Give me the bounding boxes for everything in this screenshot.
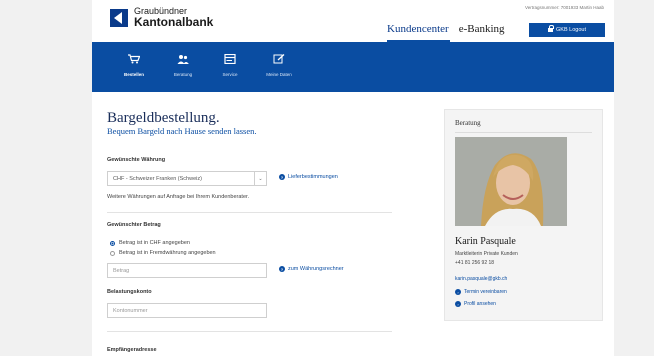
section-bestellen[interactable]: Bestellen	[109, 54, 159, 77]
currency-calculator-link[interactable]: ? zum Währungsrechner	[279, 266, 344, 272]
page-title: Bargeldbestellung.	[107, 110, 220, 126]
radio-unselected-icon	[110, 250, 115, 256]
advisor-name: Karin Pasquale	[455, 236, 516, 247]
section-label: Meine Daten	[266, 72, 292, 77]
delivery-terms-link[interactable]: ? Lieferbestimmungen	[279, 174, 338, 180]
section-label: Bestellen	[123, 72, 144, 77]
top-bar: Graubündner Kantonalbank Vertragsnummer:…	[92, 0, 614, 42]
view-profile-link[interactable]: › Profil ansehen	[455, 301, 496, 307]
amount-foreign-radio[interactable]: Betrag ist in Fremdwährung angegeben	[110, 250, 216, 256]
advisor-photo	[455, 137, 567, 226]
account-label: Belastungskonto	[107, 289, 152, 295]
logo-line2: Kantonalbank	[134, 15, 214, 29]
section-meine-daten[interactable]: Meine Daten	[254, 54, 304, 77]
card-icon	[224, 54, 236, 64]
section-service[interactable]: Service	[205, 54, 255, 77]
contract-number: Vertragsnummer: 7001933 Martin Haab	[524, 5, 604, 10]
amount-chf-radio[interactable]: Betrag ist in CHF angegeben	[110, 240, 190, 246]
advisor-phone[interactable]: +41 81 256 92 18	[455, 260, 494, 266]
advisor-heading: Beratung	[445, 110, 602, 133]
logout-button[interactable]: GKB Logout	[529, 23, 605, 37]
lock-icon	[548, 25, 555, 32]
people-icon	[177, 55, 189, 64]
arrow-icon: ›	[455, 301, 461, 307]
advisor-portrait-icon	[455, 137, 567, 226]
currency-select[interactable]: CHF - Schweizer Franken (Schweiz) ⌄	[107, 171, 267, 186]
divider	[107, 212, 392, 213]
top-nav: Kundencenter e-Banking	[387, 23, 515, 38]
book-appointment-link[interactable]: › Termin vereinbaren	[455, 289, 507, 295]
radio-selected-icon	[110, 240, 115, 246]
arrow-icon: ›	[455, 289, 461, 295]
currency-value: CHF - Schweizer Franken (Schweiz)	[113, 175, 202, 182]
amount-input[interactable]: Betrag	[107, 263, 267, 278]
page: Graubündner Kantonalbank Vertragsnummer:…	[92, 0, 614, 356]
section-beratung[interactable]: Beratung	[158, 54, 208, 77]
section-label: Beratung	[173, 72, 193, 77]
amount-label: Gewünschter Betrag	[107, 222, 161, 228]
divider	[107, 331, 392, 332]
account-input[interactable]: Kontonummer	[107, 303, 267, 318]
question-icon: ?	[279, 266, 285, 272]
edit-icon	[273, 54, 285, 64]
recipient-label: Empfängeradresse	[107, 347, 157, 353]
gkb-logo[interactable]: Graubündner Kantonalbank	[110, 6, 213, 29]
cart-icon	[128, 54, 140, 64]
chevron-down-icon: ⌄	[254, 172, 266, 185]
gkb-logo-mark-icon	[110, 8, 128, 27]
advisor-card: Beratung Karin Pasquale Marktleiterin Pr…	[444, 109, 603, 321]
currency-label: Gewünschte Währung	[107, 157, 166, 163]
nav-kundencenter[interactable]: Kundencenter	[387, 23, 449, 38]
advisor-role: Marktleiterin Private Kunden	[455, 251, 518, 257]
section-nav: Bestellen Beratung Service Meine Daten	[92, 42, 614, 92]
page-subtitle: Bequem Bargeld nach Hause senden lassen.	[107, 126, 257, 136]
question-icon: ?	[279, 174, 285, 180]
section-label: Service	[222, 72, 238, 77]
currency-note: Weitere Währungen auf Anfrage bei Ihrem …	[107, 194, 250, 200]
advisor-email[interactable]: karin.pasquale@gkb.ch	[455, 276, 507, 282]
nav-ebanking[interactable]: e-Banking	[459, 23, 505, 38]
logout-label: GKB Logout	[556, 27, 586, 33]
